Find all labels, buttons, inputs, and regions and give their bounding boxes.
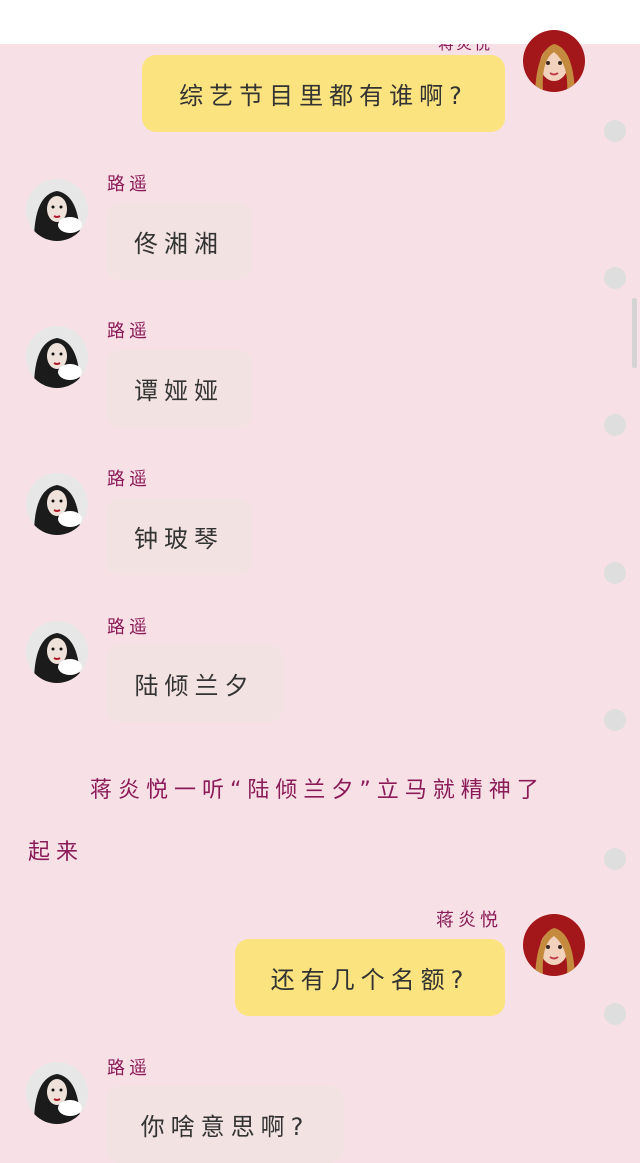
sender-name: 路遥 xyxy=(107,469,151,490)
message-bubble-contact[interactable]: 佟湘湘 xyxy=(106,203,252,280)
avatar-contact[interactable] xyxy=(26,179,88,241)
avatar-contact[interactable] xyxy=(26,473,88,535)
message-bubble-contact[interactable]: 谭娅娅 xyxy=(106,350,252,427)
narration-line: 起来 xyxy=(28,840,85,865)
avatar-contact[interactable] xyxy=(26,1062,88,1124)
sender-name: 路遥 xyxy=(107,174,151,195)
sender-name: 路遥 xyxy=(107,1058,151,1079)
avatar-contact[interactable] xyxy=(26,621,88,683)
message-status-dot xyxy=(604,709,626,731)
sender-name: 蒋炎悦 xyxy=(436,910,502,931)
avatar-self[interactable] xyxy=(523,914,585,976)
sender-name: 路遥 xyxy=(107,617,151,638)
narration-line: 蒋炎悦一听“陆倾兰夕”立马就精神了 xyxy=(90,778,545,803)
message-bubble-self[interactable]: 还有几个名额? xyxy=(235,939,505,1016)
message-bubble-self[interactable]: 综艺节目里都有谁啊? xyxy=(142,55,505,132)
message-status-dot xyxy=(604,267,626,289)
message-status-dot xyxy=(604,1003,626,1025)
message-bubble-contact[interactable]: 你啥意思啊? xyxy=(106,1086,344,1163)
avatar-contact[interactable] xyxy=(26,326,88,388)
message-bubble-contact[interactable]: 陆倾兰夕 xyxy=(106,645,283,722)
message-bubble-contact[interactable]: 钟玻琴 xyxy=(106,498,252,575)
message-status-dot xyxy=(604,414,626,436)
message-status-dot xyxy=(604,562,626,584)
message-status-dot xyxy=(604,120,626,142)
scrollbar[interactable] xyxy=(632,298,637,368)
avatar-self[interactable] xyxy=(523,30,585,92)
message-status-dot xyxy=(604,848,626,870)
sender-name: 路遥 xyxy=(107,321,151,342)
